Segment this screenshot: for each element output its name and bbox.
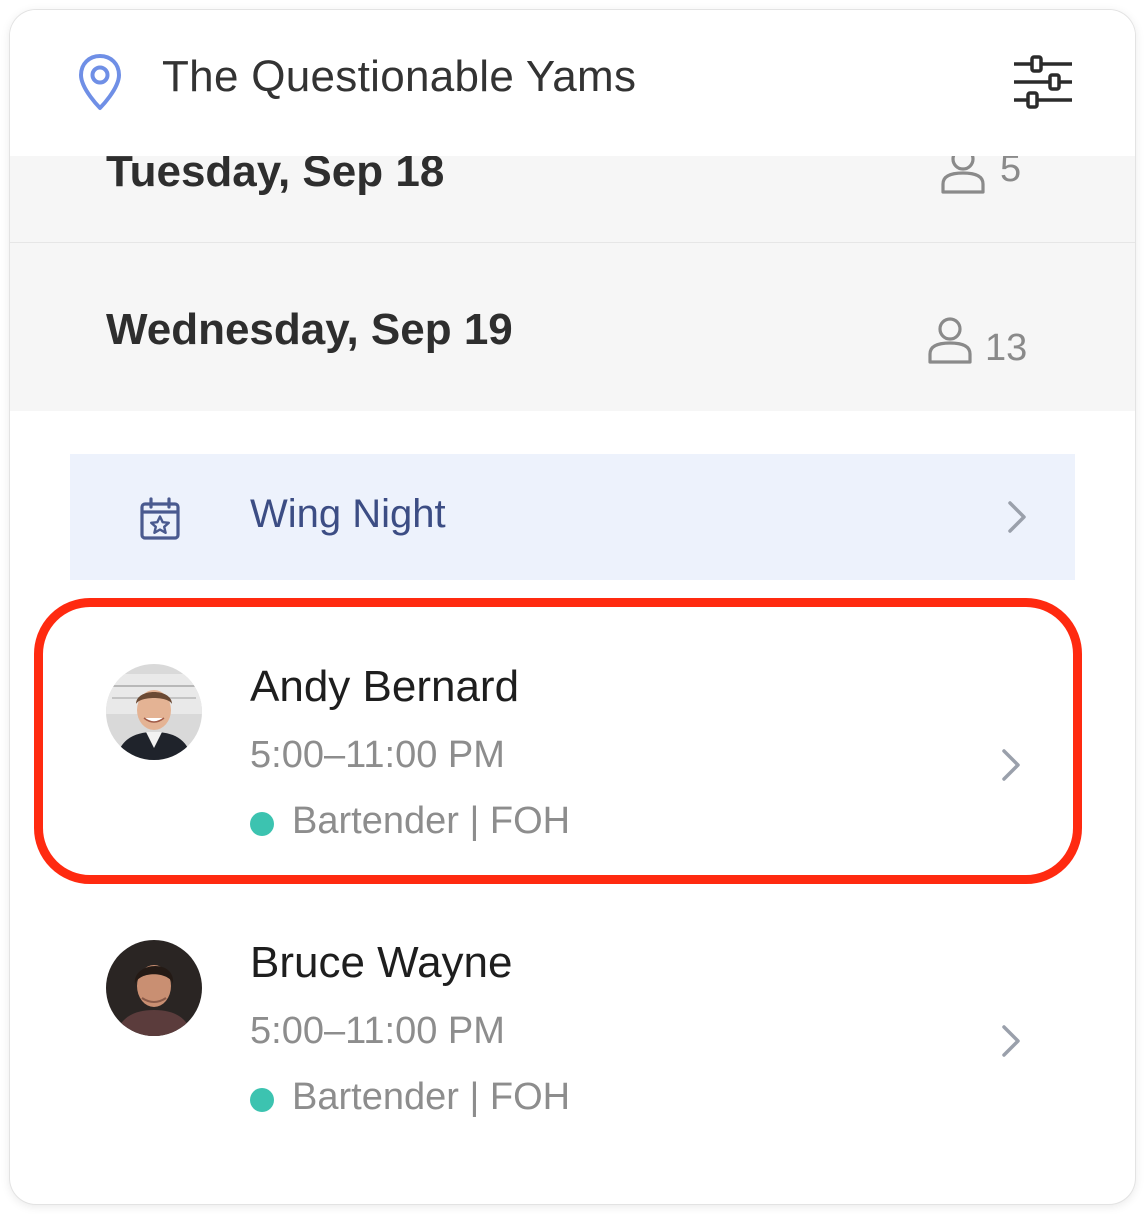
location-name[interactable]: The Questionable Yams	[162, 52, 636, 102]
staff-count: 5	[1000, 156, 1022, 190]
person-icon	[928, 317, 972, 364]
day-row-tuesday[interactable]: Tuesday, Sep 18 5	[10, 156, 1135, 243]
chevron-right-icon	[1008, 501, 1026, 533]
role-status-dot	[250, 812, 274, 836]
day-row-wednesday[interactable]: Wednesday, Sep 19 13	[10, 243, 1135, 411]
shift-role: Bartender | FOH	[292, 1076, 571, 1118]
shift-time: 5:00–11:00 PM	[250, 734, 505, 776]
person-icon	[941, 156, 985, 194]
employee-name: Bruce Wayne	[250, 938, 513, 987]
shift-role: Bartender | FOH	[292, 800, 571, 842]
chevron-right-icon	[1002, 1025, 1020, 1057]
staff-count: 13	[985, 327, 1028, 369]
schedule-card: The Questionable Yams Tuesday, Sep 18 5 …	[10, 10, 1135, 1204]
chevron-right-icon	[1002, 749, 1020, 781]
filter-sliders-icon[interactable]	[1010, 54, 1076, 110]
header: The Questionable Yams	[10, 10, 1135, 156]
avatar	[106, 940, 202, 1036]
event-row[interactable]: Wing Night	[70, 454, 1075, 580]
shift-row-andy-bernard[interactable]: Andy Bernard 5:00–11:00 PM Bartender | F…	[10, 638, 1135, 898]
calendar-star-icon	[140, 497, 180, 540]
day-label: Tuesday, Sep 18	[106, 156, 445, 196]
shift-time: 5:00–11:00 PM	[250, 1010, 505, 1052]
avatar	[106, 664, 202, 760]
employee-name: Andy Bernard	[250, 662, 520, 711]
location-pin-icon	[79, 54, 121, 110]
event-label: Wing Night	[250, 492, 446, 536]
role-status-dot	[250, 1088, 274, 1112]
shift-row-bruce-wayne[interactable]: Bruce Wayne 5:00–11:00 PM Bartender | FO…	[10, 914, 1135, 1174]
day-label: Wednesday, Sep 19	[106, 305, 513, 354]
